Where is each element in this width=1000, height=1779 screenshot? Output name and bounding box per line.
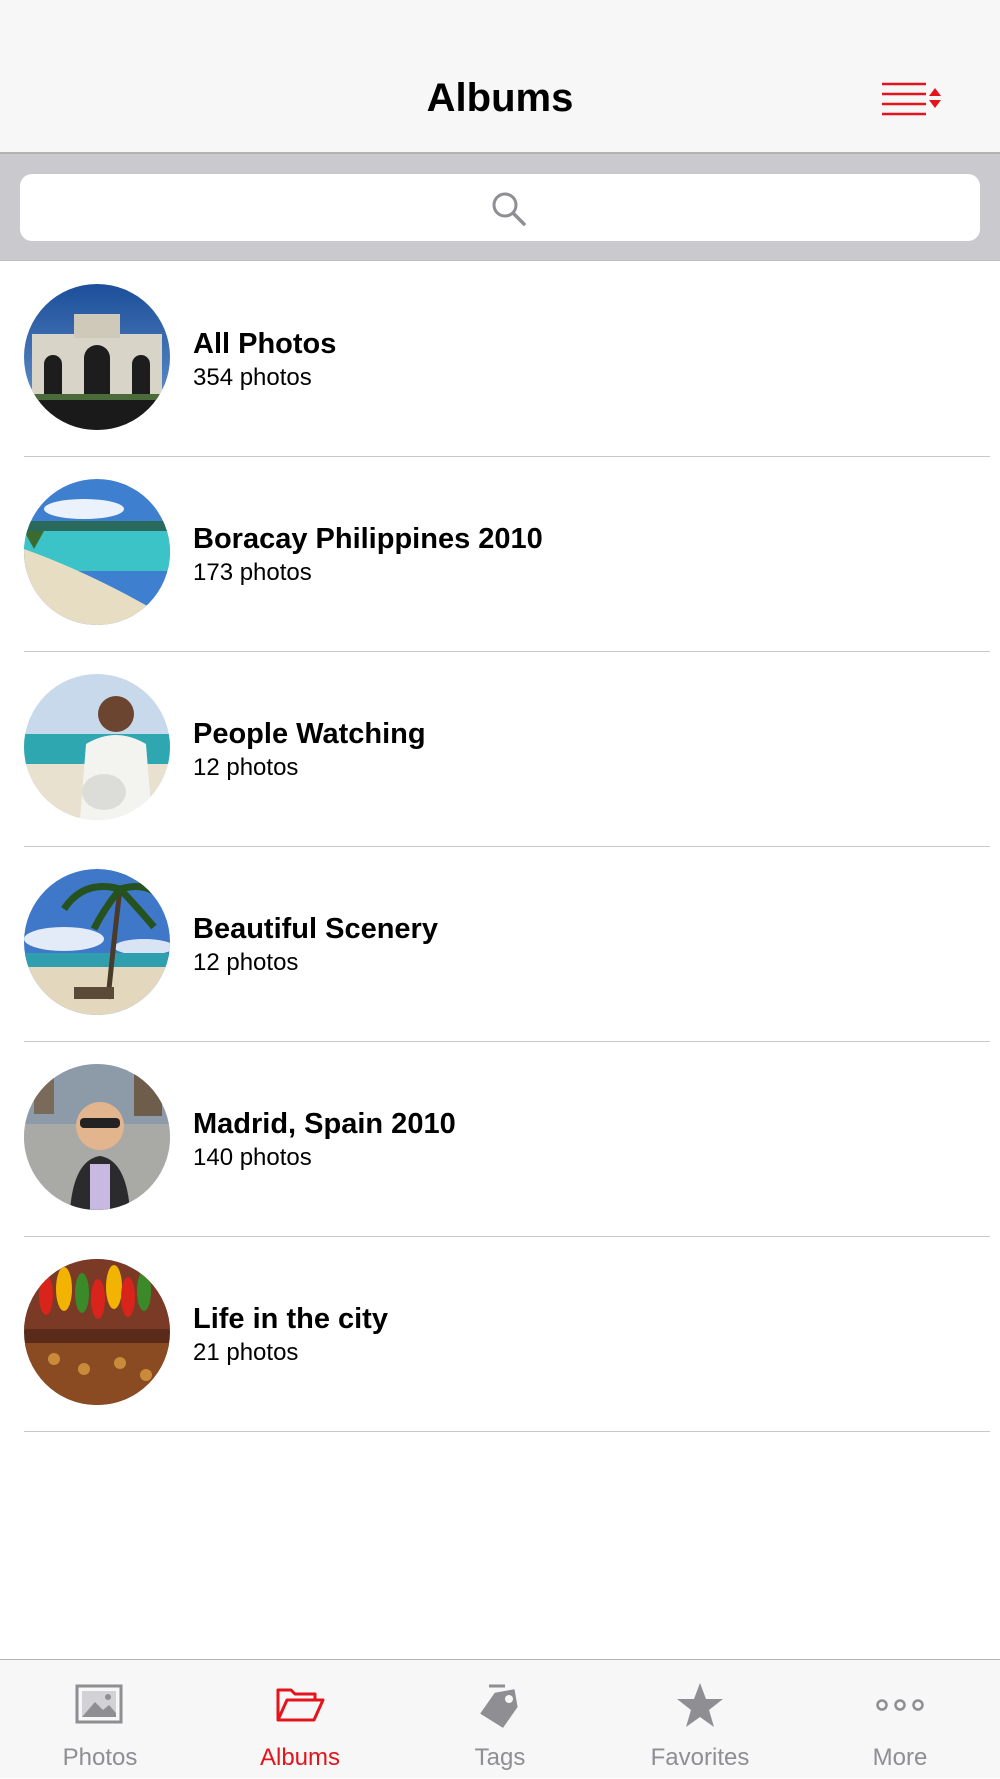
folder-icon bbox=[276, 1688, 325, 1722]
tab-albums[interactable]: Albums bbox=[200, 1660, 400, 1779]
tab-label: Albums bbox=[259, 1744, 341, 1771]
album-photo-count: 12 photos bbox=[193, 949, 299, 976]
album-thumbnail bbox=[24, 674, 170, 820]
tab-bar: Photos Albums Tags Favorites More bbox=[0, 1659, 1000, 1778]
tab-label: Tags bbox=[474, 1744, 526, 1771]
page-title: Albums bbox=[426, 76, 574, 120]
album-thumbnail bbox=[24, 1259, 170, 1405]
album-thumbnail bbox=[24, 1064, 170, 1210]
sort-list-icon bbox=[882, 82, 941, 116]
album-row-all-photos[interactable]: All Photos 354 photos bbox=[0, 262, 1000, 457]
album-row-life-in-the-city[interactable]: Life in the city 21 photos bbox=[0, 1237, 1000, 1432]
tab-more[interactable]: More bbox=[800, 1660, 1000, 1779]
search-icon bbox=[492, 192, 526, 226]
album-row-madrid[interactable]: Madrid, Spain 2010 140 photos bbox=[0, 1042, 1000, 1237]
album-thumbnail bbox=[24, 869, 170, 1015]
album-list: All Photos 354 photos Boracay Philippine… bbox=[0, 262, 1000, 1432]
tab-tags[interactable]: Tags bbox=[400, 1660, 600, 1779]
search-bar bbox=[0, 154, 1000, 261]
more-icon bbox=[876, 1699, 924, 1711]
album-name: All Photos bbox=[193, 328, 337, 360]
album-name: People Watching bbox=[193, 718, 426, 750]
album-name: Madrid, Spain 2010 bbox=[193, 1108, 456, 1140]
star-icon bbox=[677, 1683, 723, 1727]
tab-photos[interactable]: Photos bbox=[0, 1660, 200, 1779]
album-photo-count: 173 photos bbox=[193, 559, 312, 586]
tab-label: More bbox=[872, 1744, 928, 1771]
photos-icon bbox=[75, 1684, 123, 1724]
tab-label: Favorites bbox=[650, 1744, 750, 1771]
tab-label: Photos bbox=[62, 1744, 138, 1771]
album-row-boracay[interactable]: Boracay Philippines 2010 173 photos bbox=[0, 457, 1000, 652]
sort-button[interactable] bbox=[876, 78, 946, 122]
album-name: Life in the city bbox=[193, 1303, 388, 1335]
album-thumbnail bbox=[24, 284, 170, 430]
album-photo-count: 21 photos bbox=[193, 1339, 299, 1366]
album-photo-count: 12 photos bbox=[193, 754, 299, 781]
album-photo-count: 354 photos bbox=[193, 364, 312, 391]
album-name: Boracay Philippines 2010 bbox=[193, 523, 543, 555]
navigation-bar: Albums bbox=[0, 0, 1000, 154]
album-photo-count: 140 photos bbox=[193, 1144, 312, 1171]
album-thumbnail bbox=[24, 479, 170, 625]
tab-favorites[interactable]: Favorites bbox=[600, 1660, 800, 1779]
search-input[interactable] bbox=[20, 174, 980, 241]
album-name: Beautiful Scenery bbox=[193, 913, 438, 945]
album-row-beautiful-scenery[interactable]: Beautiful Scenery 12 photos bbox=[0, 847, 1000, 1042]
tag-icon bbox=[480, 1684, 518, 1728]
album-row-people-watching[interactable]: People Watching 12 photos bbox=[0, 652, 1000, 847]
